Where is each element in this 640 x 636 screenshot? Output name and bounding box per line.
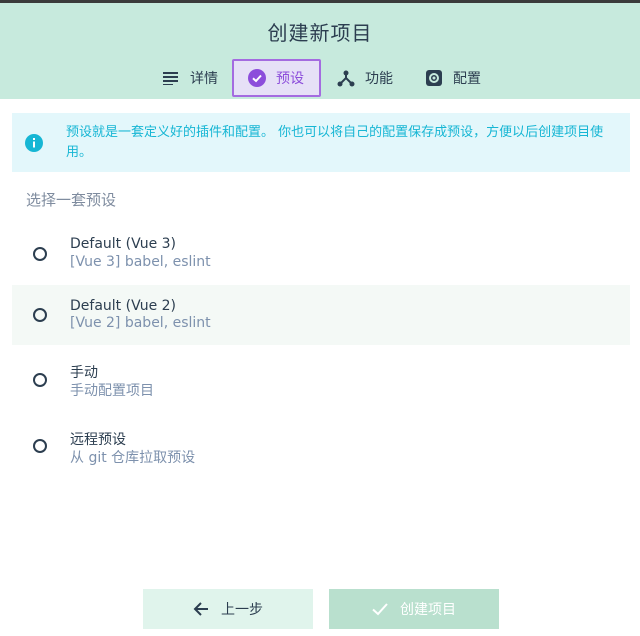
previous-button-label: 上一步 <box>221 602 263 618</box>
preset-name: Default (Vue 3) <box>70 236 176 252</box>
preset-option-manual[interactable]: 手动 手动配置项目 <box>12 350 630 410</box>
radio-button[interactable] <box>33 247 47 261</box>
page-title: 创建新项目 <box>267 21 373 45</box>
fork-icon <box>337 69 355 87</box>
tab-label: 详情 <box>190 71 218 87</box>
preset-description: [Vue 3] babel, eslint <box>70 254 211 270</box>
tab-config[interactable]: 配置 <box>425 59 481 97</box>
tab-label: 功能 <box>365 71 393 87</box>
arrow-left-icon <box>193 601 209 617</box>
check-circle-icon <box>248 69 266 87</box>
preset-name: 手动 <box>70 365 98 381</box>
info-banner: 预设就是一套定义好的插件和配置。 你也可以将自己的配置保存成预设，方便以后创建项… <box>12 113 630 172</box>
previous-button[interactable]: 上一步 <box>143 589 313 629</box>
tab-label: 配置 <box>453 71 481 87</box>
window-top-border <box>0 0 640 3</box>
tab-presets[interactable]: 预设 <box>232 59 321 97</box>
preset-description: 从 git 仓库拉取预设 <box>70 450 196 466</box>
info-text: 预设就是一套定义好的插件和配置。 你也可以将自己的配置保存成预设，方便以后创建项… <box>66 125 604 160</box>
preset-option-vue2[interactable]: Default (Vue 2) [Vue 2] babel, eslint <box>12 285 630 345</box>
preset-option-vue3[interactable]: Default (Vue 3) [Vue 3] babel, eslint <box>12 223 630 283</box>
create-project-button-label: 创建项目 <box>400 602 456 618</box>
preset-section-title: 选择一套预设 <box>26 191 117 209</box>
radio-button[interactable] <box>33 439 47 453</box>
step-tabs: 详情 预设 功能 配置 <box>0 59 640 99</box>
list-icon <box>162 69 180 87</box>
radio-button[interactable] <box>33 373 47 387</box>
tab-label: 预设 <box>276 71 304 87</box>
preset-description: [Vue 2] babel, eslint <box>70 315 211 331</box>
preset-name: Default (Vue 2) <box>70 298 176 314</box>
preset-option-remote[interactable]: 远程预设 从 git 仓库拉取预设 <box>12 416 630 476</box>
radio-button[interactable] <box>33 308 47 322</box>
gear-icon <box>425 69 443 87</box>
info-icon <box>25 134 43 152</box>
check-icon <box>372 601 388 617</box>
header: 创建新项目 详情 预设 功能 配置 <box>0 0 640 99</box>
preset-name: 远程预设 <box>70 432 126 448</box>
preset-description: 手动配置项目 <box>70 383 154 399</box>
tab-features[interactable]: 功能 <box>337 59 393 97</box>
create-project-button[interactable]: 创建项目 <box>329 589 499 629</box>
tab-details[interactable]: 详情 <box>162 59 218 97</box>
